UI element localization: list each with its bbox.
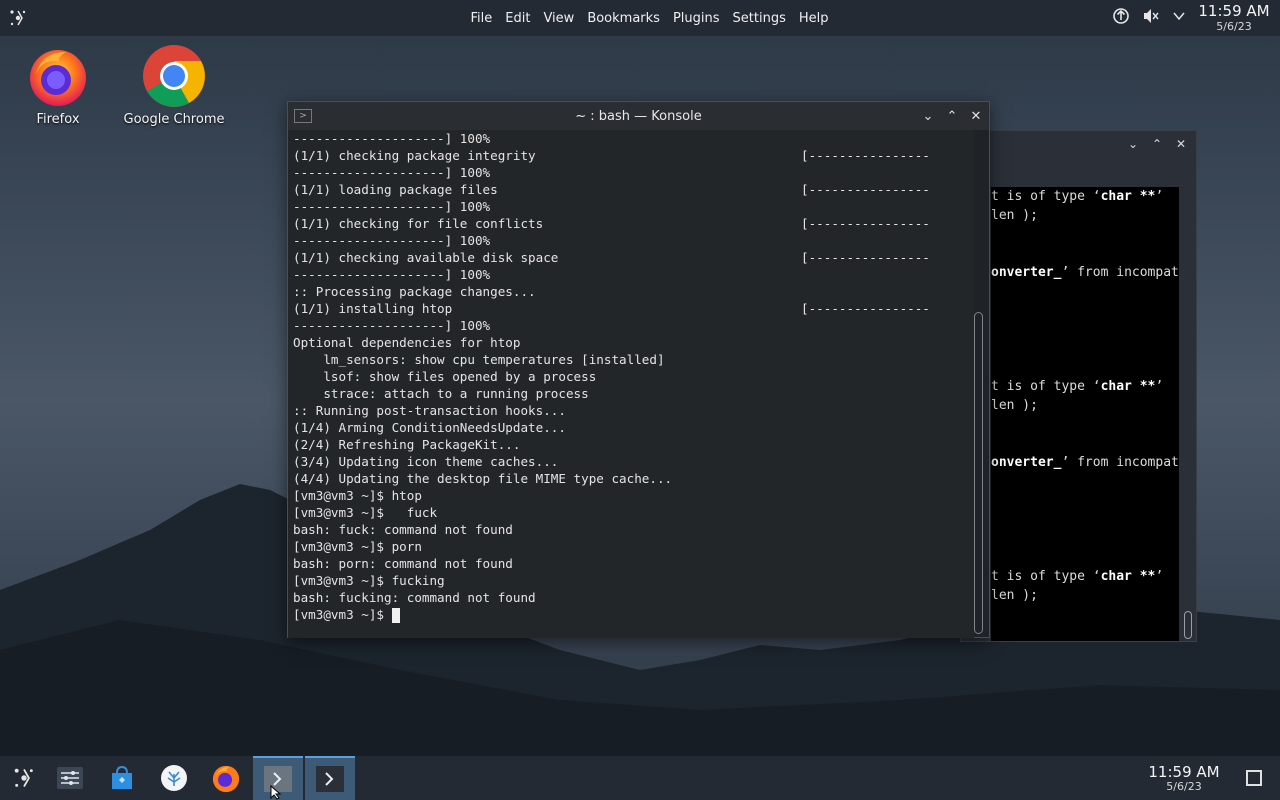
menu-view[interactable]: View <box>537 11 581 26</box>
menu-bookmarks[interactable]: Bookmarks <box>581 11 667 26</box>
terminal-line: --------------------] 100% <box>293 165 491 180</box>
minimize-icon[interactable]: ⌄ <box>921 109 935 124</box>
system-tray <box>1112 0 1186 36</box>
terminal-scrollbar[interactable] <box>974 312 983 634</box>
bg-window-titlebar[interactable]: ⌄ ⌃ ✕ <box>961 131 1196 157</box>
bg-terminal-output: t is of type ‘char **’ len ); onverter_’… <box>991 187 1179 641</box>
konsole-window[interactable]: > ~ : bash — Konsole ⌄ ⌃ ✕ -------------… <box>287 101 990 638</box>
terminal-line: (1/1) checking package integrity [------… <box>293 148 930 163</box>
clock-time: 11:59 AM <box>1198 2 1270 20</box>
terminal-line: (1/1) loading package files [-----------… <box>293 182 930 197</box>
firefox-icon[interactable] <box>202 756 250 800</box>
app-launcher-icon[interactable] <box>0 756 48 800</box>
bg-line: len ); <box>991 588 1038 603</box>
terminal-line: (1/4) Arming ConditionNeedsUpdate... <box>293 420 566 435</box>
bg-line: onverter_’ from incompat <box>991 265 1179 280</box>
menu-edit[interactable]: Edit <box>499 11 537 26</box>
text-cursor <box>391 608 400 623</box>
terminal-line: :: Processing package changes... <box>293 284 536 299</box>
terminal-line: (3/4) Updating icon theme caches... <box>293 454 559 469</box>
terminal-line: (1/1) installing htop [---------------- <box>293 301 930 316</box>
chevron-down-icon[interactable] <box>1172 9 1186 27</box>
update-icon[interactable] <box>1112 7 1130 29</box>
terminal-line: :: Running post-transaction hooks... <box>293 403 566 418</box>
desktop-icon-label: Firefox <box>36 112 80 127</box>
terminal-line: --------------------] 100% <box>293 131 491 146</box>
taskbar: 11:59 AM 5/6/23 <box>0 756 1280 800</box>
terminal-line: lsof: show files opened by a process <box>293 369 597 384</box>
clock-time: 11:59 AM <box>1148 763 1220 781</box>
bg-line: len ); <box>991 208 1038 223</box>
konsole-icon <box>316 766 344 792</box>
global-menu: File Edit View Bookmarks Plugins Setting… <box>464 0 835 36</box>
close-icon[interactable]: ✕ <box>1174 137 1188 151</box>
terminal-line: (2/4) Refreshing PackageKit... <box>293 437 521 452</box>
terminal-output[interactable]: --------------------] 100% (1/1) checkin… <box>288 130 974 638</box>
desktop-icon-label: Google Chrome <box>123 112 225 127</box>
terminal-line: [vm3@vm3 ~]$ fuck <box>293 505 438 520</box>
menu-plugins[interactable]: Plugins <box>666 11 726 26</box>
konsole-taskbar-item-2[interactable] <box>305 756 355 800</box>
app-launcher-icon[interactable] <box>0 0 36 36</box>
background-window[interactable]: ⌄ ⌃ ✕ t is of type ‘char **’ len ); onve… <box>960 130 1197 642</box>
bg-line: t is of type ‘char **’ <box>991 189 1164 204</box>
desktop-icon-chrome[interactable]: Google Chrome <box>119 44 229 127</box>
close-icon[interactable]: ✕ <box>969 109 983 124</box>
volume-muted-icon[interactable] <box>1142 7 1160 29</box>
minimize-icon[interactable]: ⌄ <box>1126 137 1140 151</box>
system-settings-icon[interactable] <box>46 756 94 800</box>
terminal-line: (1/1) checking for file conflicts [-----… <box>293 216 930 231</box>
menu-help[interactable]: Help <box>792 11 835 26</box>
bg-line: t is of type ‘char **’ <box>991 379 1164 394</box>
menu-settings[interactable]: Settings <box>726 11 792 26</box>
terminal-line: --------------------] 100% <box>293 233 491 248</box>
terminal-prompt: [vm3@vm3 ~]$ <box>293 607 392 622</box>
desktop-icon-firefox[interactable]: Firefox <box>3 44 113 127</box>
top-panel: File Edit View Bookmarks Plugins Setting… <box>0 0 1280 36</box>
terminal-line: strace: attach to a running process <box>293 386 589 401</box>
terminal-line: --------------------] 100% <box>293 267 491 282</box>
terminal-line: [vm3@vm3 ~]$ porn <box>293 539 422 554</box>
mouse-pointer-icon <box>270 785 282 800</box>
terminal-line: lm_sensors: show cpu temperatures [insta… <box>293 352 665 367</box>
terminal-line: bash: porn: command not found <box>293 556 513 571</box>
bg-line: len ); <box>991 398 1038 413</box>
plasma-icon[interactable] <box>150 756 198 800</box>
window-title: ~ : bash — Konsole <box>575 108 702 124</box>
maximize-icon[interactable]: ⌃ <box>945 109 959 124</box>
terminal-line: --------------------] 100% <box>293 318 491 333</box>
terminal-line: (4/4) Updating the desktop file MIME typ… <box>293 471 673 486</box>
clock-date: 5/6/23 <box>1216 20 1252 33</box>
firefox-icon <box>26 44 90 108</box>
terminal-line: bash: fuck: command not found <box>293 522 513 537</box>
clock-date: 5/6/23 <box>1166 780 1202 793</box>
bg-line: t is of type ‘char **’ <box>991 569 1164 584</box>
chrome-icon <box>142 44 206 108</box>
taskbar-clock[interactable]: 11:59 AM 5/6/23 <box>1144 764 1224 793</box>
terminal-line: --------------------] 100% <box>293 199 491 214</box>
show-desktop-button[interactable] <box>1246 770 1262 786</box>
konsole-titlebar[interactable]: > ~ : bash — Konsole ⌄ ⌃ ✕ <box>288 102 989 130</box>
terminal-line: (1/1) checking available disk space [---… <box>293 250 930 265</box>
terminal-line: [vm3@vm3 ~]$ htop <box>293 488 422 503</box>
bg-scrollbar[interactable] <box>1184 611 1192 639</box>
menu-file[interactable]: File <box>464 11 499 26</box>
terminal-line: bash: fucking: command not found <box>293 590 536 605</box>
terminal-prompt-line[interactable]: [vm3@vm3 ~]$ <box>293 606 974 623</box>
top-clock[interactable]: 11:59 AM 5/6/23 <box>1197 2 1271 34</box>
terminal-line: [vm3@vm3 ~]$ fucking <box>293 573 445 588</box>
maximize-icon[interactable]: ⌃ <box>1150 137 1164 151</box>
bg-line: onverter_’ from incompat <box>991 455 1179 470</box>
terminal-line: Optional dependencies for htop <box>293 335 521 350</box>
discover-store-icon[interactable] <box>98 756 146 800</box>
